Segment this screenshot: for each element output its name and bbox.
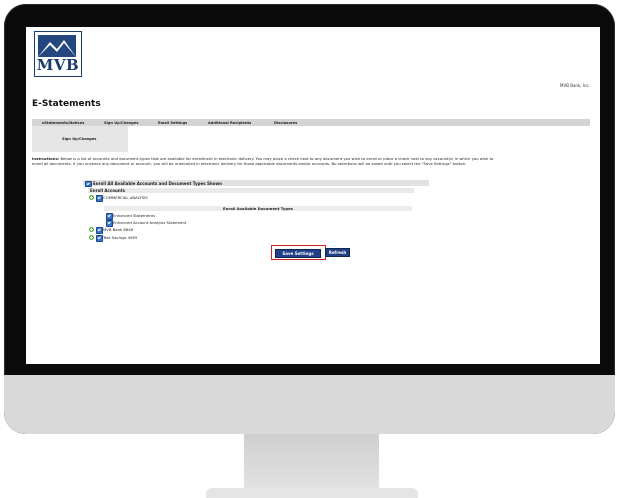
monitor-stand-base: [206, 488, 418, 498]
enroll-all-row: Enroll All Available Accounts and Docume…: [83, 180, 429, 186]
logo-text: MVB: [36, 56, 80, 74]
doc-label-enhanced-statements: Enhanced Statements: [113, 213, 155, 218]
expand-mvb-bank-icon[interactable]: [89, 227, 94, 232]
subtab-sign-up-changes[interactable]: Sign Up/Changes: [32, 126, 128, 152]
doc-label-enhanced-account-analysis: Enhanced Account Analysis Statement: [113, 220, 187, 225]
save-settings-highlight: Save Settings: [271, 245, 326, 260]
bank-name: MVB Bank, Inc.: [560, 83, 590, 88]
account-label-test-savings: Test Savings 4995: [103, 235, 138, 240]
page-title: E-Statements: [32, 99, 101, 109]
instructions-line-2: enroll all documents. If you uncheck any…: [32, 161, 467, 166]
account-checkbox-commercial-analysis[interactable]: [96, 195, 103, 202]
monitor-frame: MVB MVB Bank, Inc. E-Statements eStateme…: [4, 4, 615, 434]
screen: MVB MVB Bank, Inc. E-Statements eStateme…: [26, 27, 600, 364]
doc-checkbox-enhanced-account-analysis[interactable]: [106, 220, 113, 227]
expand-test-savings-icon[interactable]: [89, 235, 94, 240]
enroll-all-label: Enroll All Available Accounts and Docume…: [93, 180, 223, 186]
mountain-logo-icon: [38, 35, 76, 57]
enroll-all-checkbox[interactable]: [85, 180, 92, 187]
enroll-accounts-label: Enroll Accounts: [90, 188, 126, 193]
account-checkbox-test-savings[interactable]: [96, 235, 103, 242]
enroll-accounts-header: Enroll Accounts: [88, 188, 414, 193]
refresh-button[interactable]: Refresh: [325, 248, 350, 257]
account-label-commercial-analysis: COMMERCIAL ANALYSIS: [103, 195, 148, 200]
tab-email-settings[interactable]: Email Settings: [158, 121, 187, 125]
account-label-mvb-bank: MVB Bank 6848: [103, 227, 134, 232]
instructions: Instructions: Below is a list of account…: [32, 156, 590, 166]
bank-logo: MVB: [34, 31, 82, 77]
monitor-chin: [4, 375, 615, 434]
save-settings-button[interactable]: Save Settings: [275, 248, 321, 258]
subtab-label: Sign Up/Changes: [62, 137, 97, 141]
doc-checkbox-enhanced-statements[interactable]: [106, 213, 113, 220]
account-checkbox-mvb-bank[interactable]: [96, 227, 103, 234]
tab-additional-recipients[interactable]: Additional Recipients: [208, 121, 251, 125]
doc-types-header: Enroll Available Document Types: [104, 206, 412, 211]
tab-sign-up-changes[interactable]: Sign Up/Changes: [104, 121, 138, 125]
expand-commercial-analysis-icon[interactable]: [89, 195, 94, 200]
tab-bar: eStatements/Notices Sign Up/Changes Emai…: [32, 119, 590, 126]
tab-disclosures[interactable]: Disclosures: [274, 121, 297, 125]
monitor-stand: [244, 434, 379, 490]
tab-estatements-notices[interactable]: eStatements/Notices: [42, 121, 84, 125]
